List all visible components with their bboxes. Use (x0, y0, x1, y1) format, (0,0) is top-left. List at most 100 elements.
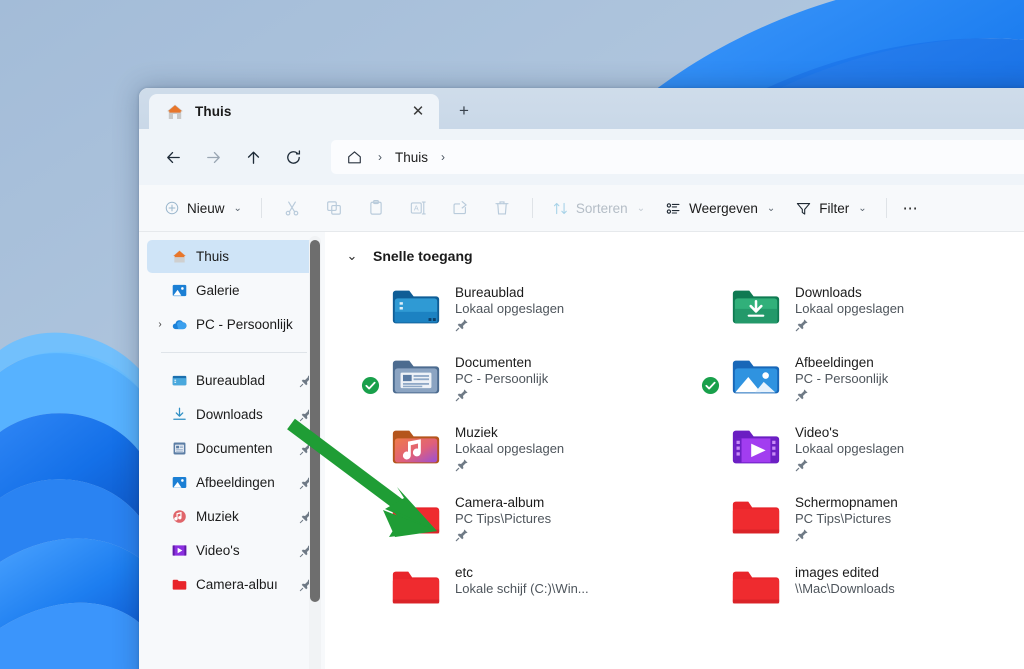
sort-button[interactable]: Sorteren ⌄ (543, 192, 654, 224)
tile-downloads[interactable]: Downloads Lokaal opgeslagen (699, 274, 1024, 344)
tile-name: Video's (795, 425, 904, 440)
tile-camera-album[interactable]: Camera-album PC Tips\Pictures (359, 484, 699, 554)
pictures-folder-icon (171, 474, 188, 491)
pictures-folder-icon (729, 350, 783, 404)
sidebar-item-label: Thuis (196, 249, 317, 264)
pin-icon[interactable] (795, 458, 809, 472)
cut-icon[interactable] (272, 192, 312, 224)
chevron-down-icon[interactable]: ⌄ (345, 248, 359, 264)
sidebar-item-label: Camera-albuı (196, 577, 291, 592)
tab-thuis[interactable]: Thuis ✕ (149, 94, 439, 129)
overflow-button[interactable]: ⋯ (897, 192, 924, 224)
new-tab-button[interactable]: + (447, 94, 481, 128)
sidebar-item-pc-persoonlijk[interactable]: › PC - Persoonlijk (147, 308, 317, 341)
breadcrumb-thuis[interactable]: Thuis (393, 150, 430, 165)
new-button[interactable]: Nieuw ⌄ (155, 192, 251, 224)
explorer-body: Thuis Galerie › PC - Pe (139, 232, 1024, 669)
tile-text: Downloads Lokaal opgeslagen (795, 280, 904, 337)
tile-bureaublad[interactable]: Bureaublad Lokaal opgeslagen (359, 274, 699, 344)
sync-status-slot (699, 350, 721, 395)
documents-folder-icon (389, 350, 443, 404)
sidebar-item-muziek[interactable]: Muziek (147, 500, 317, 533)
sidebar-item-downloads[interactable]: Downloads (147, 398, 317, 431)
tile-text: Muziek Lokaal opgeslagen (455, 420, 564, 477)
pin-icon[interactable] (455, 388, 469, 402)
back-button[interactable] (155, 139, 191, 175)
tile-text: images edited \\Mac\Downloads (795, 560, 895, 596)
filter-button[interactable]: Filter ⌄ (786, 192, 875, 224)
sidebar-item-afbeeldingen[interactable]: Afbeeldingen (147, 466, 317, 499)
sidebar-item-label: Bureaublad (196, 373, 291, 388)
tile-subtitle: Lokaal opgeslagen (455, 441, 564, 456)
sync-check-icon (701, 376, 720, 395)
sync-status-slot (359, 490, 381, 516)
chevron-right-icon[interactable]: › (151, 308, 169, 341)
breadcrumb-separator-2[interactable]: › (432, 151, 454, 163)
pin-icon[interactable] (455, 528, 469, 542)
tile-name: Muziek (455, 425, 564, 440)
sidebar-item-thuis[interactable]: Thuis (147, 240, 317, 273)
tile-schermopnamen[interactable]: Schermopnamen PC Tips\Pictures (699, 484, 1024, 554)
sidebar-item-label: Video's (196, 543, 291, 558)
tile-documenten[interactable]: Documenten PC - Persoonlijk (359, 344, 699, 414)
sidebar-item-videos[interactable]: Video's (147, 534, 317, 567)
tile-afbeeldingen[interactable]: Afbeeldingen PC - Persoonlijk (699, 344, 1024, 414)
tile-subtitle: PC Tips\Pictures (795, 511, 898, 526)
tile-text: Bureaublad Lokaal opgeslagen (455, 280, 564, 337)
sync-status-slot (359, 350, 381, 395)
videos-folder-icon (729, 420, 783, 474)
red-folder-icon (389, 560, 443, 614)
pin-icon[interactable] (795, 528, 809, 542)
share-icon[interactable] (440, 192, 480, 224)
pin-icon[interactable] (795, 318, 809, 332)
tile-subtitle: \\Mac\Downloads (795, 581, 895, 596)
toolbar-divider-2 (532, 198, 533, 218)
tile-videos[interactable]: Video's Lokaal opgeslagen (699, 414, 1024, 484)
copy-icon[interactable] (314, 192, 354, 224)
sidebar-divider (161, 352, 307, 353)
filter-button-label: Filter (819, 201, 849, 216)
tile-name: Downloads (795, 285, 904, 300)
rename-icon[interactable]: A (398, 192, 438, 224)
sidebar-item-bureaublad[interactable]: Bureaublad (147, 364, 317, 397)
tile-name: Schermopnamen (795, 495, 898, 510)
sidebar-item-galerie[interactable]: Galerie (147, 274, 317, 307)
tile-images-edited[interactable]: images edited \\Mac\Downloads (699, 554, 1024, 624)
tile-muziek[interactable]: Muziek Lokaal opgeslagen (359, 414, 699, 484)
tile-name: Documenten (455, 355, 548, 370)
close-icon[interactable]: ✕ (405, 99, 431, 125)
pin-icon[interactable] (795, 388, 809, 402)
forward-button[interactable] (195, 139, 231, 175)
group-header-snelle-toegang[interactable]: ⌄ Snelle toegang (325, 248, 1024, 274)
sidebar-item-camera-album[interactable]: Camera-albuı (147, 568, 317, 601)
command-bar: Nieuw ⌄ (139, 185, 1024, 232)
paste-icon[interactable] (356, 192, 396, 224)
refresh-button[interactable] (275, 139, 311, 175)
onedrive-cloud-icon (171, 316, 188, 333)
tile-subtitle: PC - Persoonlijk (795, 371, 888, 386)
delete-icon[interactable] (482, 192, 522, 224)
tile-name: etc (455, 565, 589, 580)
tile-name: Afbeeldingen (795, 355, 888, 370)
sync-status-slot (699, 560, 721, 586)
sync-status-slot (359, 420, 381, 446)
address-bar[interactable]: › Thuis › (331, 140, 1024, 174)
svg-text:A: A (414, 204, 419, 213)
tile-etc[interactable]: etc Lokale schijf (C:)\Win... (359, 554, 699, 624)
pin-icon[interactable] (455, 458, 469, 472)
navigation-pane: Thuis Galerie › PC - Pe (139, 232, 325, 669)
breadcrumb-separator-1[interactable]: › (369, 151, 391, 163)
pin-icon[interactable] (455, 318, 469, 332)
tab-title: Thuis (195, 104, 405, 119)
chevron-down-icon: ⌄ (234, 203, 242, 214)
home-outline-icon[interactable] (341, 144, 367, 170)
up-button[interactable] (235, 139, 271, 175)
group-title: Snelle toegang (373, 248, 473, 264)
sidebar-scrollbar-thumb[interactable] (310, 240, 320, 602)
view-button[interactable]: Weergeven ⌄ (656, 192, 784, 224)
sidebar-item-label: Galerie (196, 283, 317, 298)
sidebar-item-documenten[interactable]: Documenten (147, 432, 317, 465)
downloads-icon (171, 406, 188, 423)
gallery-icon (171, 282, 188, 299)
home-icon (165, 102, 185, 122)
